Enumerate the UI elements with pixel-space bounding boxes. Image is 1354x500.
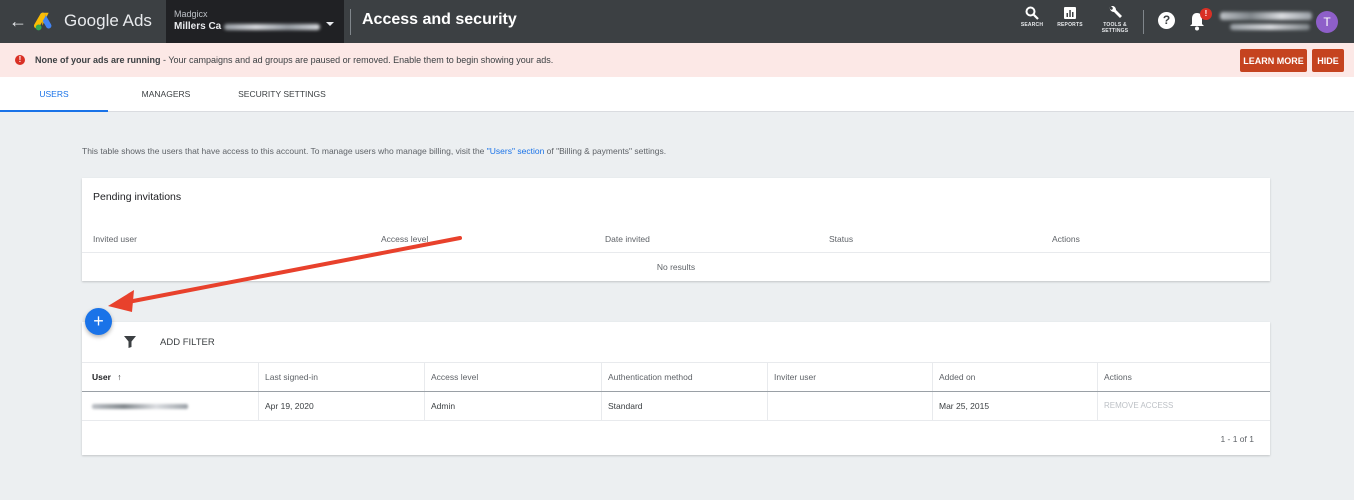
- column-header-user-label: User: [92, 372, 111, 382]
- avatar[interactable]: T: [1316, 11, 1338, 33]
- pending-invitations-title: Pending invitations: [93, 191, 182, 203]
- column-header-authentication-method[interactable]: Authentication method: [601, 363, 767, 391]
- column-header-invited-user[interactable]: Invited user: [93, 234, 137, 244]
- alert-bold-text: None of your ads are running: [35, 55, 161, 65]
- chevron-down-icon: [326, 22, 334, 26]
- pending-invitations-card: Pending invitations Invited user Access …: [82, 178, 1270, 281]
- column-header-date-invited[interactable]: Date invited: [605, 234, 650, 244]
- tab-users[interactable]: USERS: [0, 77, 108, 112]
- table-row: Apr 19, 2020 Admin Standard Mar 25, 2015…: [82, 392, 1270, 421]
- users-table-header: User ↑ Last signed-in Access level Authe…: [82, 362, 1270, 392]
- add-user-button[interactable]: +: [85, 308, 112, 335]
- empty-state-text: No results: [656, 262, 696, 272]
- user-email-cell: [82, 392, 258, 420]
- divider: [1143, 10, 1144, 34]
- inviter-user-cell: [767, 392, 932, 420]
- column-header-access-level[interactable]: Access level: [381, 234, 428, 244]
- column-header-status[interactable]: Status: [829, 234, 853, 244]
- intro-text: This table shows the users that have acc…: [82, 146, 666, 156]
- redacted-user-name: [1220, 12, 1312, 20]
- alert-banner: ! None of your ads are running - Your ca…: [0, 43, 1354, 77]
- filter-icon[interactable]: [124, 336, 136, 348]
- column-header-actions: Actions: [1052, 234, 1080, 244]
- intro-text-start: This table shows the users that have acc…: [82, 146, 487, 156]
- intro-text-end: of "Billing & payments" settings.: [544, 146, 667, 156]
- pagination-range: 1 - 1 of 1: [1220, 434, 1254, 444]
- reports-tool-button[interactable]: REPORTS: [1050, 6, 1090, 38]
- tab-bar: USERS MANAGERS SECURITY SETTINGS: [0, 77, 1354, 112]
- users-section-link[interactable]: "Users" section: [487, 146, 545, 156]
- redacted-account-number: [224, 24, 320, 30]
- notification-badge: !: [1200, 8, 1212, 20]
- users-table-card: ADD FILTER User ↑ Last signed-in Access …: [82, 322, 1270, 455]
- help-icon[interactable]: ?: [1158, 12, 1175, 29]
- last-signed-in-cell: Apr 19, 2020: [258, 392, 424, 420]
- column-header-added-on[interactable]: Added on: [932, 363, 1097, 391]
- column-header-last-signed-in[interactable]: Last signed-in: [258, 363, 424, 391]
- alert-body-text: - Your campaigns and ad groups are pause…: [160, 55, 554, 65]
- remove-access-button[interactable]: REMOVE ACCESS: [1097, 392, 1270, 420]
- added-on-cell: Mar 25, 2015: [932, 392, 1097, 420]
- alert-message: None of your ads are running - Your camp…: [35, 55, 553, 65]
- tools-settings-label: TOOLS & SETTINGS: [1101, 22, 1129, 34]
- reports-icon: [1064, 7, 1076, 19]
- top-app-bar: ← Google Ads Madgicx Millers Ca Access a…: [0, 0, 1354, 43]
- column-header-actions: Actions: [1097, 363, 1270, 391]
- auth-method-cell: Standard: [601, 392, 767, 420]
- access-level-cell: Admin: [424, 392, 601, 420]
- account-selector[interactable]: Madgicx Millers Ca: [166, 0, 344, 43]
- search-tool-button[interactable]: SEARCH: [1012, 6, 1052, 38]
- hide-button[interactable]: HIDE: [1312, 49, 1344, 72]
- add-filter-button[interactable]: ADD FILTER: [160, 337, 215, 348]
- tab-managers[interactable]: MANAGERS: [120, 77, 212, 112]
- tab-security-settings[interactable]: SECURITY SETTINGS: [224, 77, 340, 112]
- search-icon: [1025, 6, 1039, 20]
- search-tool-label: SEARCH: [1020, 22, 1044, 28]
- column-header-access-level[interactable]: Access level: [424, 363, 601, 391]
- page-title: Access and security: [362, 11, 517, 28]
- column-header-user[interactable]: User ↑: [82, 363, 258, 391]
- google-ads-logo: [34, 12, 52, 31]
- column-header-inviter-user[interactable]: Inviter user: [767, 363, 932, 391]
- account-name: Madgicx: [174, 9, 208, 19]
- redacted-user-email: [92, 404, 188, 409]
- redacted-user-email: [1230, 24, 1310, 30]
- learn-more-button[interactable]: LEARN MORE: [1240, 49, 1307, 72]
- wrench-icon: [1109, 6, 1122, 18]
- sort-ascending-icon: ↑: [117, 372, 122, 382]
- back-arrow-icon[interactable]: ←: [8, 10, 28, 32]
- tools-settings-button[interactable]: TOOLS & SETTINGS: [1095, 6, 1135, 38]
- product-name: Google Ads: [64, 11, 152, 30]
- reports-tool-label: REPORTS: [1057, 22, 1083, 28]
- divider: [82, 252, 1270, 253]
- error-icon: !: [15, 55, 25, 65]
- divider: [350, 9, 351, 35]
